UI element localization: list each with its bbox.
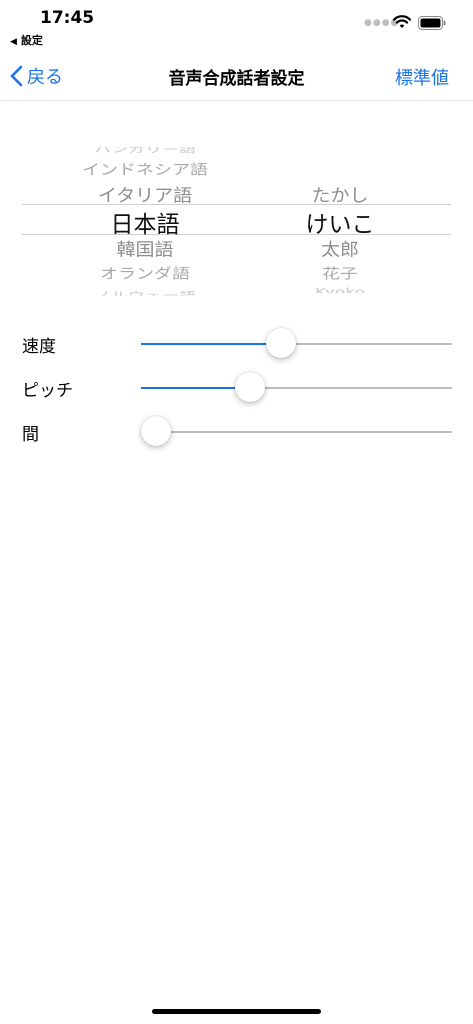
language-option-item[interactable]: インドネシア語 — [50, 159, 240, 180]
speed-label: 速度 — [22, 337, 56, 357]
voice-picker-column[interactable]: たかし けいこ 太郎 花子 Kyoko — [260, 130, 420, 300]
language-option-item[interactable]: オランダ語 — [50, 263, 240, 284]
voice-option-item[interactable]: Kyoko — [260, 286, 420, 293]
speed-slider-row: 速度 — [0, 322, 473, 366]
home-indicator[interactable] — [152, 1009, 321, 1014]
language-option-item[interactable]: 日本語 — [50, 205, 240, 239]
pitch-slider-track[interactable] — [141, 387, 452, 389]
pause-slider-row: 間 — [0, 410, 473, 454]
speed-slider-fill — [141, 343, 281, 345]
navigation-bar: 戻る 音声合成話者設定 標準値 — [0, 52, 473, 101]
voice-option-item[interactable]: けいこ — [260, 205, 420, 239]
language-option-item[interactable]: ノルウェー語 — [50, 287, 240, 296]
voice-option-item[interactable]: たかし — [260, 182, 420, 207]
language-picker-column[interactable]: ハンガリー語インドネシア語 イタリア語 日本語 韓国語 オランダ語ノルウェー語 — [50, 130, 240, 300]
voice-option-item[interactable]: 太郎 — [260, 236, 420, 261]
voice-option-item[interactable]: 花子 — [260, 263, 420, 284]
status-bar: 17:45 ◀ 設定 ●●●● — [0, 0, 473, 50]
speaker-picker: ハンガリー語インドネシア語 イタリア語 日本語 韓国語 オランダ語ノルウェー語 たかしけ… — [0, 130, 473, 300]
pause-slider-track[interactable] — [141, 431, 452, 433]
pitch-slider-thumb[interactable] — [234, 372, 265, 402]
language-option-item[interactable]: イタリア語 — [50, 182, 240, 207]
reset-defaults-button[interactable]: 標準値 — [395, 64, 449, 90]
back-to-app-button[interactable]: ◀ 設定 — [10, 32, 43, 48]
status-time: 17:45 — [40, 8, 95, 28]
speed-slider-thumb[interactable] — [265, 328, 296, 358]
back-triangle-icon: ◀ — [10, 37, 17, 47]
language-option-item[interactable]: 韓国語 — [50, 236, 240, 261]
pitch-label: ピッチ — [22, 381, 73, 401]
battery-icon — [418, 16, 446, 30]
language-option-item[interactable]: ハンガリー語 — [50, 147, 240, 155]
pause-slider-thumb[interactable] — [141, 416, 171, 446]
wifi-icon — [392, 15, 412, 28]
pitch-slider-row: ピッチ — [0, 366, 473, 410]
back-to-app-label: 設定 — [20, 34, 43, 47]
pitch-slider-fill — [141, 387, 250, 389]
pause-label: 間 — [22, 425, 39, 445]
speed-slider-track[interactable] — [141, 343, 452, 345]
